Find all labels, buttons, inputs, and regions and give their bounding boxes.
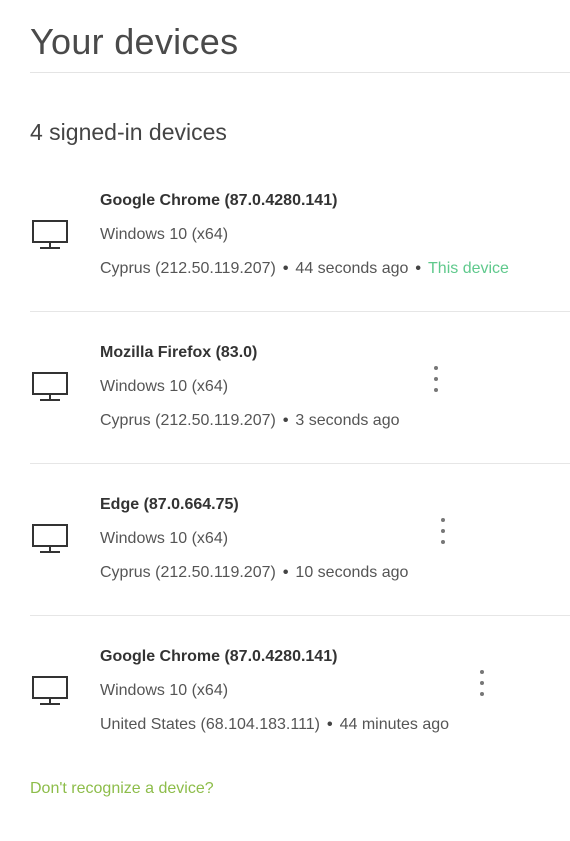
device-os: Windows 10 (x64) bbox=[100, 226, 229, 243]
device-browser-name: Google Chrome (87.0.4280.141) bbox=[100, 648, 338, 665]
device-count-heading: 4 signed-in devices bbox=[30, 119, 227, 145]
more-options-button[interactable] bbox=[433, 518, 453, 544]
more-vertical-icon bbox=[441, 518, 445, 522]
device-row-chrome-current: Google Chrome (87.0.4280.141) Windows 10… bbox=[0, 160, 570, 312]
more-vertical-icon bbox=[434, 366, 438, 370]
device-meta: Cyprus (212.50.119.207) • 3 seconds ago bbox=[100, 411, 400, 431]
device-row-edge: Edge (87.0.664.75) Windows 10 (x64) Cypr… bbox=[0, 464, 570, 616]
device-os: Windows 10 (x64) bbox=[100, 682, 229, 699]
separator-dot: • bbox=[282, 260, 289, 277]
device-meta: Cyprus (212.50.119.207) • 10 seconds ago bbox=[100, 563, 408, 583]
device-location: Cyprus (212.50.119.207) bbox=[100, 260, 276, 277]
separator-dot: • bbox=[327, 716, 333, 733]
this-device-label: This device bbox=[428, 260, 509, 277]
dont-recognize-device-link[interactable]: Don't recognize a device? bbox=[30, 779, 214, 799]
device-last-seen: 44 minutes ago bbox=[339, 716, 450, 733]
more-vertical-icon bbox=[480, 670, 484, 674]
device-row-firefox: Mozilla Firefox (83.0) Windows 10 (x64) … bbox=[0, 312, 570, 464]
device-os: Windows 10 (x64) bbox=[100, 378, 229, 395]
device-location: United States (68.104.183.111) bbox=[100, 716, 320, 733]
more-options-button[interactable] bbox=[472, 670, 492, 696]
device-location: Cyprus (212.50.119.207) bbox=[100, 412, 276, 429]
separator-dot: • bbox=[415, 260, 422, 277]
device-last-seen: 3 seconds ago bbox=[295, 412, 400, 429]
device-browser-name: Google Chrome (87.0.4280.141) bbox=[100, 192, 338, 209]
separator-dot: • bbox=[282, 412, 289, 429]
monitor-icon bbox=[32, 524, 68, 554]
device-meta: United States (68.104.183.111) • 44 minute… bbox=[100, 715, 449, 735]
monitor-icon bbox=[32, 372, 68, 402]
separator-dot: • bbox=[282, 564, 289, 581]
monitor-icon bbox=[32, 220, 68, 250]
device-meta: Cyprus (212.50.119.207) • 44 seconds ago • T… bbox=[100, 259, 509, 279]
device-os: Windows 10 (x64) bbox=[100, 530, 229, 547]
monitor-icon bbox=[32, 676, 68, 706]
more-options-button[interactable] bbox=[426, 366, 446, 392]
device-location: Cyprus (212.50.119.207) bbox=[100, 564, 276, 581]
device-last-seen: 10 seconds ago bbox=[295, 564, 409, 581]
device-row-chrome-us: Google Chrome (87.0.4280.141) Windows 10… bbox=[0, 616, 570, 768]
device-last-seen: 44 seconds ago bbox=[295, 260, 409, 277]
device-browser-name: Edge (87.0.664.75) bbox=[100, 496, 239, 513]
title-divider bbox=[30, 72, 570, 73]
device-browser-name: Mozilla Firefox (83.0) bbox=[100, 344, 258, 361]
page-title: Your devices bbox=[30, 21, 239, 62]
